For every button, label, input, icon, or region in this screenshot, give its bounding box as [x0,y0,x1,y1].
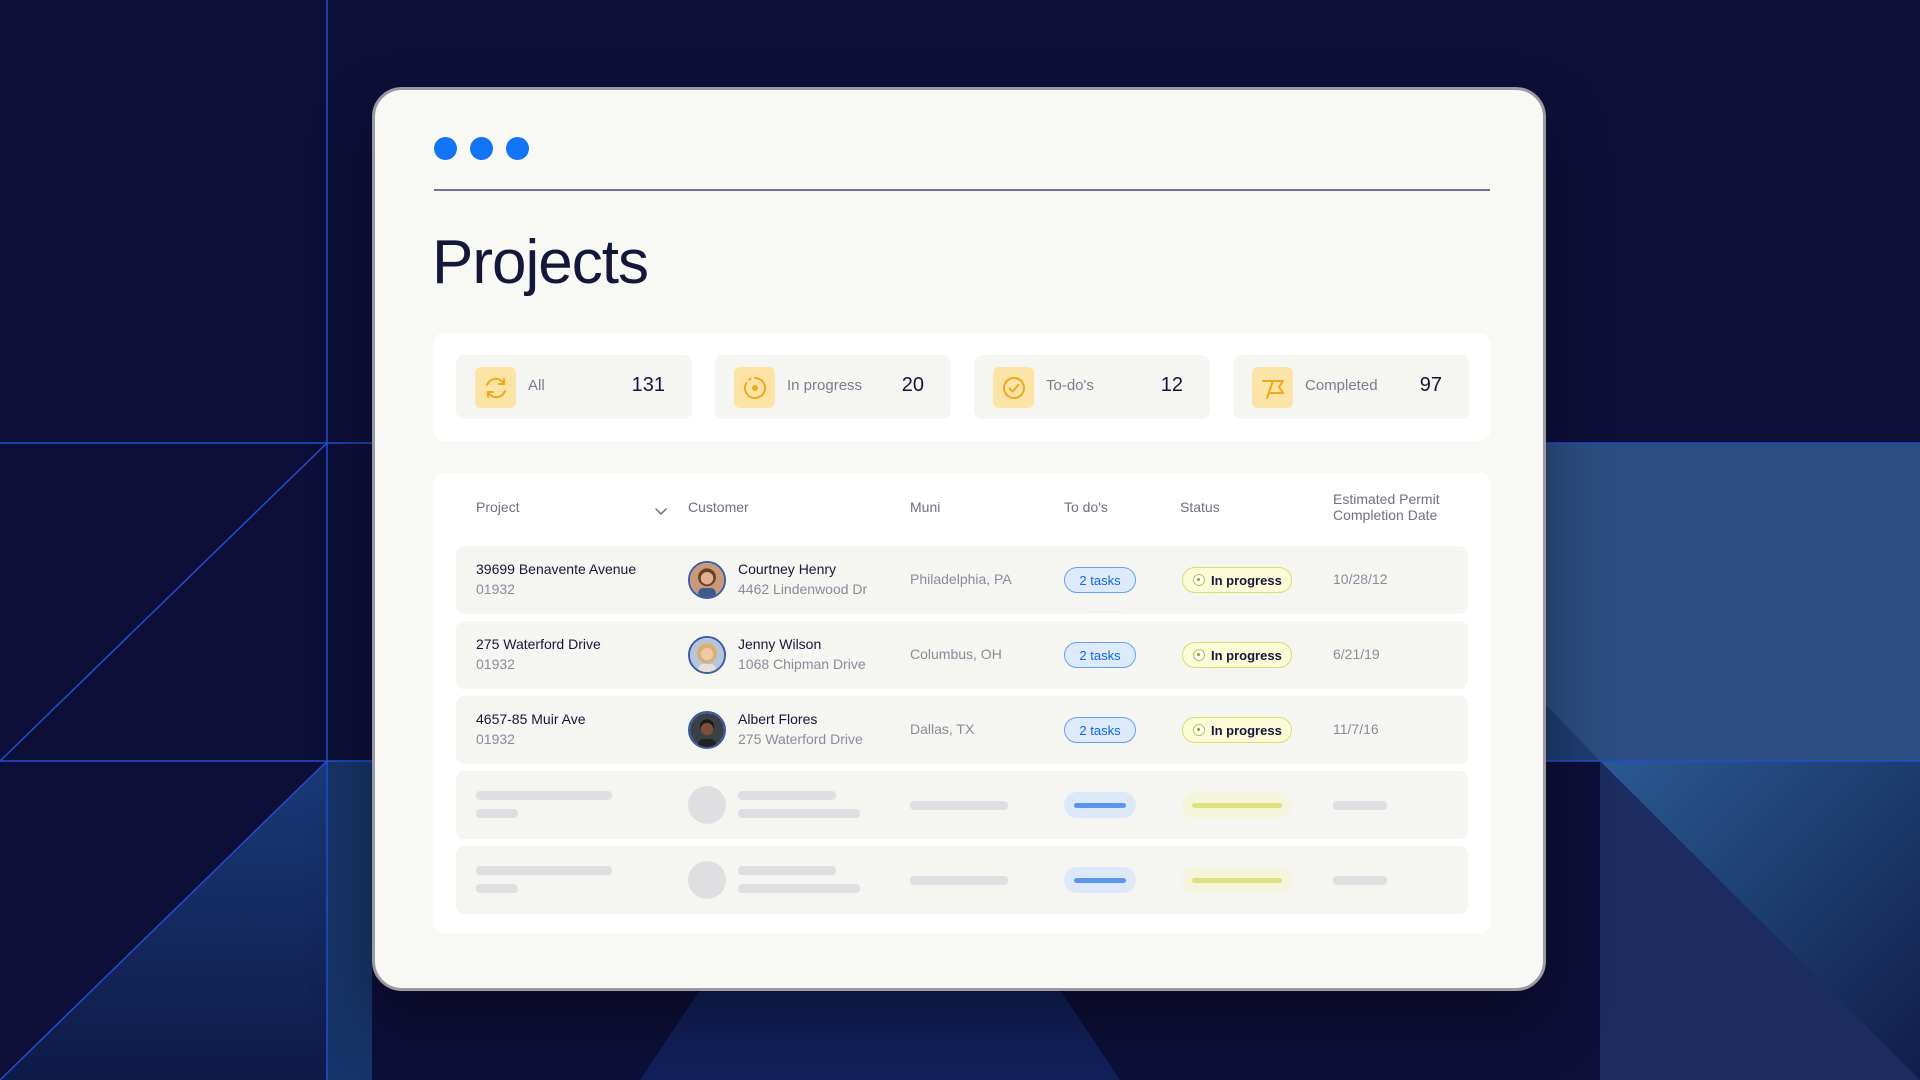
header-divider [434,189,1490,191]
window-dot-2[interactable] [470,137,493,160]
status-badge: In progress [1182,717,1292,743]
muni: Columbus, OH [910,646,1002,662]
skeleton-line [476,809,518,818]
table-row[interactable]: 275 Waterford Drive 01932 Jenny Wilson 1… [456,621,1468,689]
stat-label: Completed [1305,377,1378,394]
column-header-permit-date[interactable]: Estimated Permit Completion Date [1333,491,1440,523]
muni: Philadelphia, PA [910,571,1012,587]
status-text: In progress [1211,722,1282,738]
window-dot-1[interactable] [434,137,457,160]
avatar [688,561,726,599]
page-title: Projects [432,228,649,297]
skeleton-line [910,876,1008,885]
stat-card-all[interactable]: All 131 [456,355,692,419]
skeleton-line [1333,801,1387,810]
project-id: 01932 [476,581,515,597]
tasks-badge[interactable]: 2 tasks [1064,567,1136,593]
stat-value: 97 [1419,374,1442,396]
status-dot-icon [1193,724,1205,736]
muni: Dallas, TX [910,721,975,737]
project-id: 01932 [476,731,515,747]
skeleton-tasks-badge [1064,867,1136,893]
stat-card-todos[interactable]: To-do's 12 [974,355,1210,419]
project-id: 01932 [476,656,515,672]
check-circle-icon [993,367,1034,408]
stats-panel: All 131 In progress 20 To-do's 12 Comple… [434,333,1490,441]
customer-name: Jenny Wilson [738,636,822,652]
refresh-icon [475,367,516,408]
stat-label: To-do's [1046,377,1094,394]
avatar [688,711,726,749]
permit-header-line1: Estimated Permit [1333,491,1440,507]
stat-value: 12 [1160,374,1183,396]
stat-value: 20 [901,374,924,396]
customer-name: Albert Flores [738,711,818,727]
app-window: Projects All 131 In progress 20 To-do's … [372,87,1546,991]
column-header-status[interactable]: Status [1180,499,1220,515]
skeleton-line [738,809,860,818]
permit-date: 6/21/19 [1333,646,1380,662]
status-badge: In progress [1182,567,1292,593]
tasks-badge[interactable]: 2 tasks [1064,642,1136,668]
customer-address: 4462 Lindenwood Dr [738,581,868,597]
skeleton-status-badge [1182,792,1292,818]
skeleton-line [1333,876,1387,885]
tasks-badge[interactable]: 2 tasks [1064,717,1136,743]
column-header-project[interactable]: Project [476,499,520,515]
customer-name: Courtney Henry [738,561,837,577]
project-address: 4657-85 Muir Ave [476,711,586,727]
skeleton-row [456,846,1468,914]
skeleton-line [738,866,836,875]
skeleton-avatar [688,861,726,899]
window-dot-3[interactable] [506,137,529,160]
project-address: 275 Waterford Drive [476,636,601,652]
skeleton-line [476,884,518,893]
customer-address: 275 Waterford Drive [738,731,863,747]
skeleton-line [910,801,1008,810]
skeleton-line [476,866,612,875]
progress-icon [734,367,775,408]
table-row[interactable]: 4657-85 Muir Ave 01932 Albert Flores 275… [456,696,1468,764]
stat-card-completed[interactable]: Completed 97 [1233,355,1469,419]
avatar [688,636,726,674]
chevron-down-icon[interactable] [653,503,669,519]
status-dot-icon [1193,574,1205,586]
permit-date: 11/7/16 [1333,721,1379,737]
status-badge: In progress [1182,642,1292,668]
stat-card-in-progress[interactable]: In progress 20 [715,355,951,419]
flag-icon [1252,367,1293,408]
column-header-todos[interactable]: To do's [1064,499,1108,515]
window-controls [434,137,529,160]
customer-address: 1068 Chipman Drive [738,656,866,672]
project-address: 39699 Benavente Avenue [476,561,637,577]
stat-label: All [528,377,545,394]
status-text: In progress [1211,572,1282,588]
permit-header-line2: Completion Date [1333,507,1438,523]
permit-date: 10/28/12 [1333,571,1388,587]
status-text: In progress [1211,647,1282,663]
skeleton-line [738,884,860,893]
skeleton-tasks-badge [1064,792,1136,818]
projects-table: Project Customer Muni To do's Status Est… [434,473,1490,933]
table-row[interactable]: 39699 Benavente Avenue 01932 Courtney He… [456,546,1468,614]
skeleton-status-badge [1182,867,1292,893]
skeleton-row [456,771,1468,839]
stat-value: 131 [631,374,665,396]
column-header-customer[interactable]: Customer [688,499,749,515]
status-dot-icon [1193,649,1205,661]
skeleton-line [476,791,612,800]
column-header-muni[interactable]: Muni [910,499,940,515]
skeleton-avatar [688,786,726,824]
skeleton-line [738,791,836,800]
stat-label: In progress [787,377,863,394]
